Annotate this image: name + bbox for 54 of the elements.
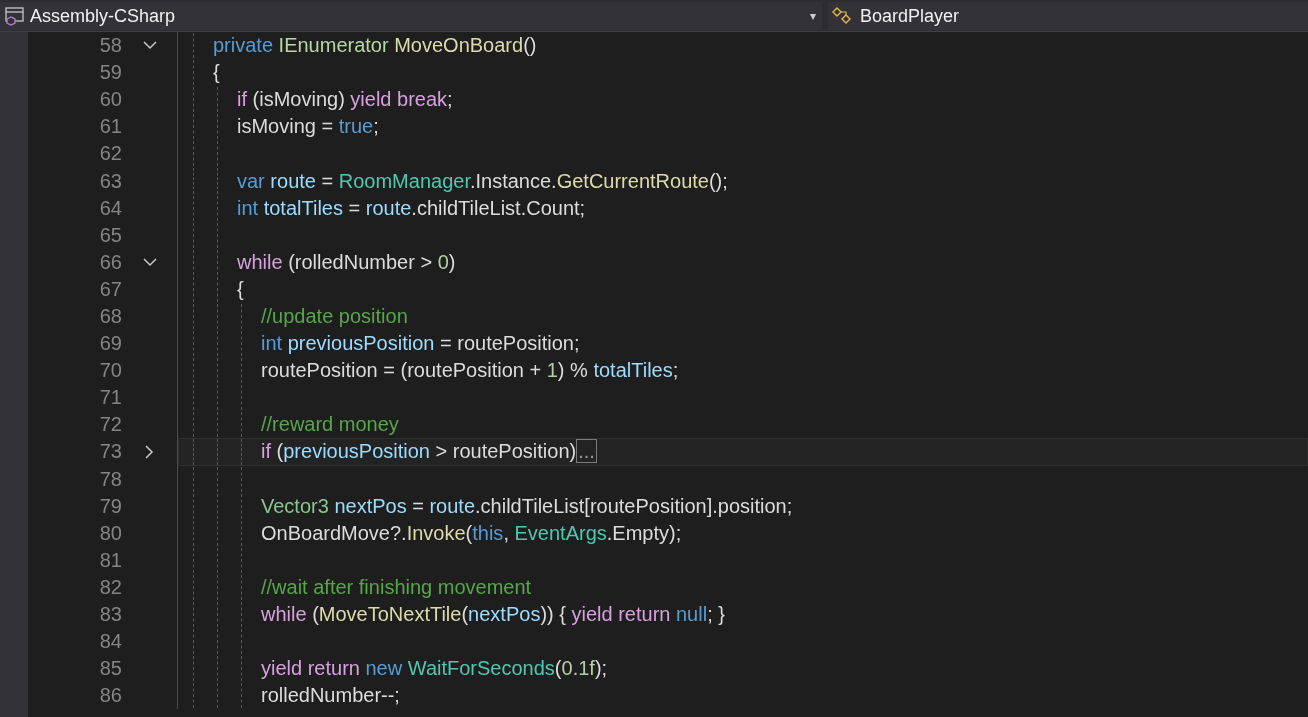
line-number: 71: [98, 386, 122, 410]
code-line: while (rolledNumber > 0): [237, 250, 456, 274]
expand-chevron-icon[interactable]: [145, 444, 154, 459]
code-line: var route = RoomManager.Instance.GetCurrentRoute();: [237, 169, 728, 193]
collapse-chevron-icon[interactable]: [142, 257, 157, 267]
caret-icon: ▾: [810, 9, 816, 23]
class-name: BoardPlayer: [860, 5, 961, 27]
code-line: while (MoveToNextTile(nextPos)) { yield return null; }: [261, 603, 725, 626]
line-number: 81: [98, 548, 122, 572]
code-line: Vector3 nextPos = route.childTileList[routePosition].position;: [261, 494, 793, 518]
code-line: {: [237, 277, 244, 301]
line-number: 62: [98, 142, 122, 166]
code-line: int totalTiles = route.childTileList.Count;: [237, 196, 586, 220]
line-number: 68: [98, 305, 122, 328]
line-number: 80: [98, 521, 122, 545]
line-number: 61: [98, 115, 122, 139]
line-number: 69: [98, 332, 122, 356]
line-number: 82: [98, 575, 122, 599]
code-line: if (previousPosition > routePosition)...: [261, 440, 597, 464]
line-number: 83: [98, 603, 122, 626]
code-line: rolledNumber--;: [261, 684, 400, 708]
collapsed-code-marker[interactable]: ...: [576, 439, 597, 464]
code-line: isMoving = true;: [237, 115, 379, 139]
code-line: routePosition = (routePosition + 1) % totalTiles;: [261, 359, 679, 383]
line-number: 70: [98, 359, 122, 383]
code-line: int previousPosition = routePosition;: [261, 332, 580, 356]
code-line: {: [213, 61, 220, 85]
line-number: 73: [98, 440, 122, 464]
line-number: 78: [98, 467, 122, 491]
line-number: 72: [98, 413, 122, 437]
code-line: //reward money: [261, 413, 399, 437]
member-dropdown[interactable]: BoardPlayer: [828, 2, 1308, 30]
project-name: Assembly-CSharp: [30, 5, 177, 27]
line-number: 58: [98, 34, 122, 58]
window-icon: [4, 6, 26, 26]
code-line: if (isMoving) yield break;: [237, 88, 453, 112]
line-number: 65: [98, 223, 122, 247]
code-line: private IEnumerator MoveOnBoard(): [213, 34, 537, 58]
collapse-chevron-icon[interactable]: [142, 41, 157, 51]
project-dropdown[interactable]: Assembly-CSharp ▾: [0, 2, 822, 30]
line-number: 66: [98, 250, 122, 274]
line-number: 63: [98, 169, 122, 193]
code-line: //wait after finishing movement: [261, 575, 532, 599]
line-number: 59: [98, 61, 122, 85]
line-number: 60: [98, 88, 122, 112]
line-number: 64: [98, 196, 122, 220]
line-number: 85: [98, 657, 122, 681]
code-line: //update position: [261, 305, 408, 328]
line-number: 79: [98, 494, 122, 518]
line-number: 86: [98, 684, 122, 708]
code-line: yield return new WaitForSeconds(0.1f);: [261, 657, 608, 681]
line-number: 67: [98, 277, 122, 301]
code-line: OnBoardMove?.Invoke(this, EventArgs.Empty);: [261, 521, 682, 545]
line-number: 84: [98, 630, 122, 654]
